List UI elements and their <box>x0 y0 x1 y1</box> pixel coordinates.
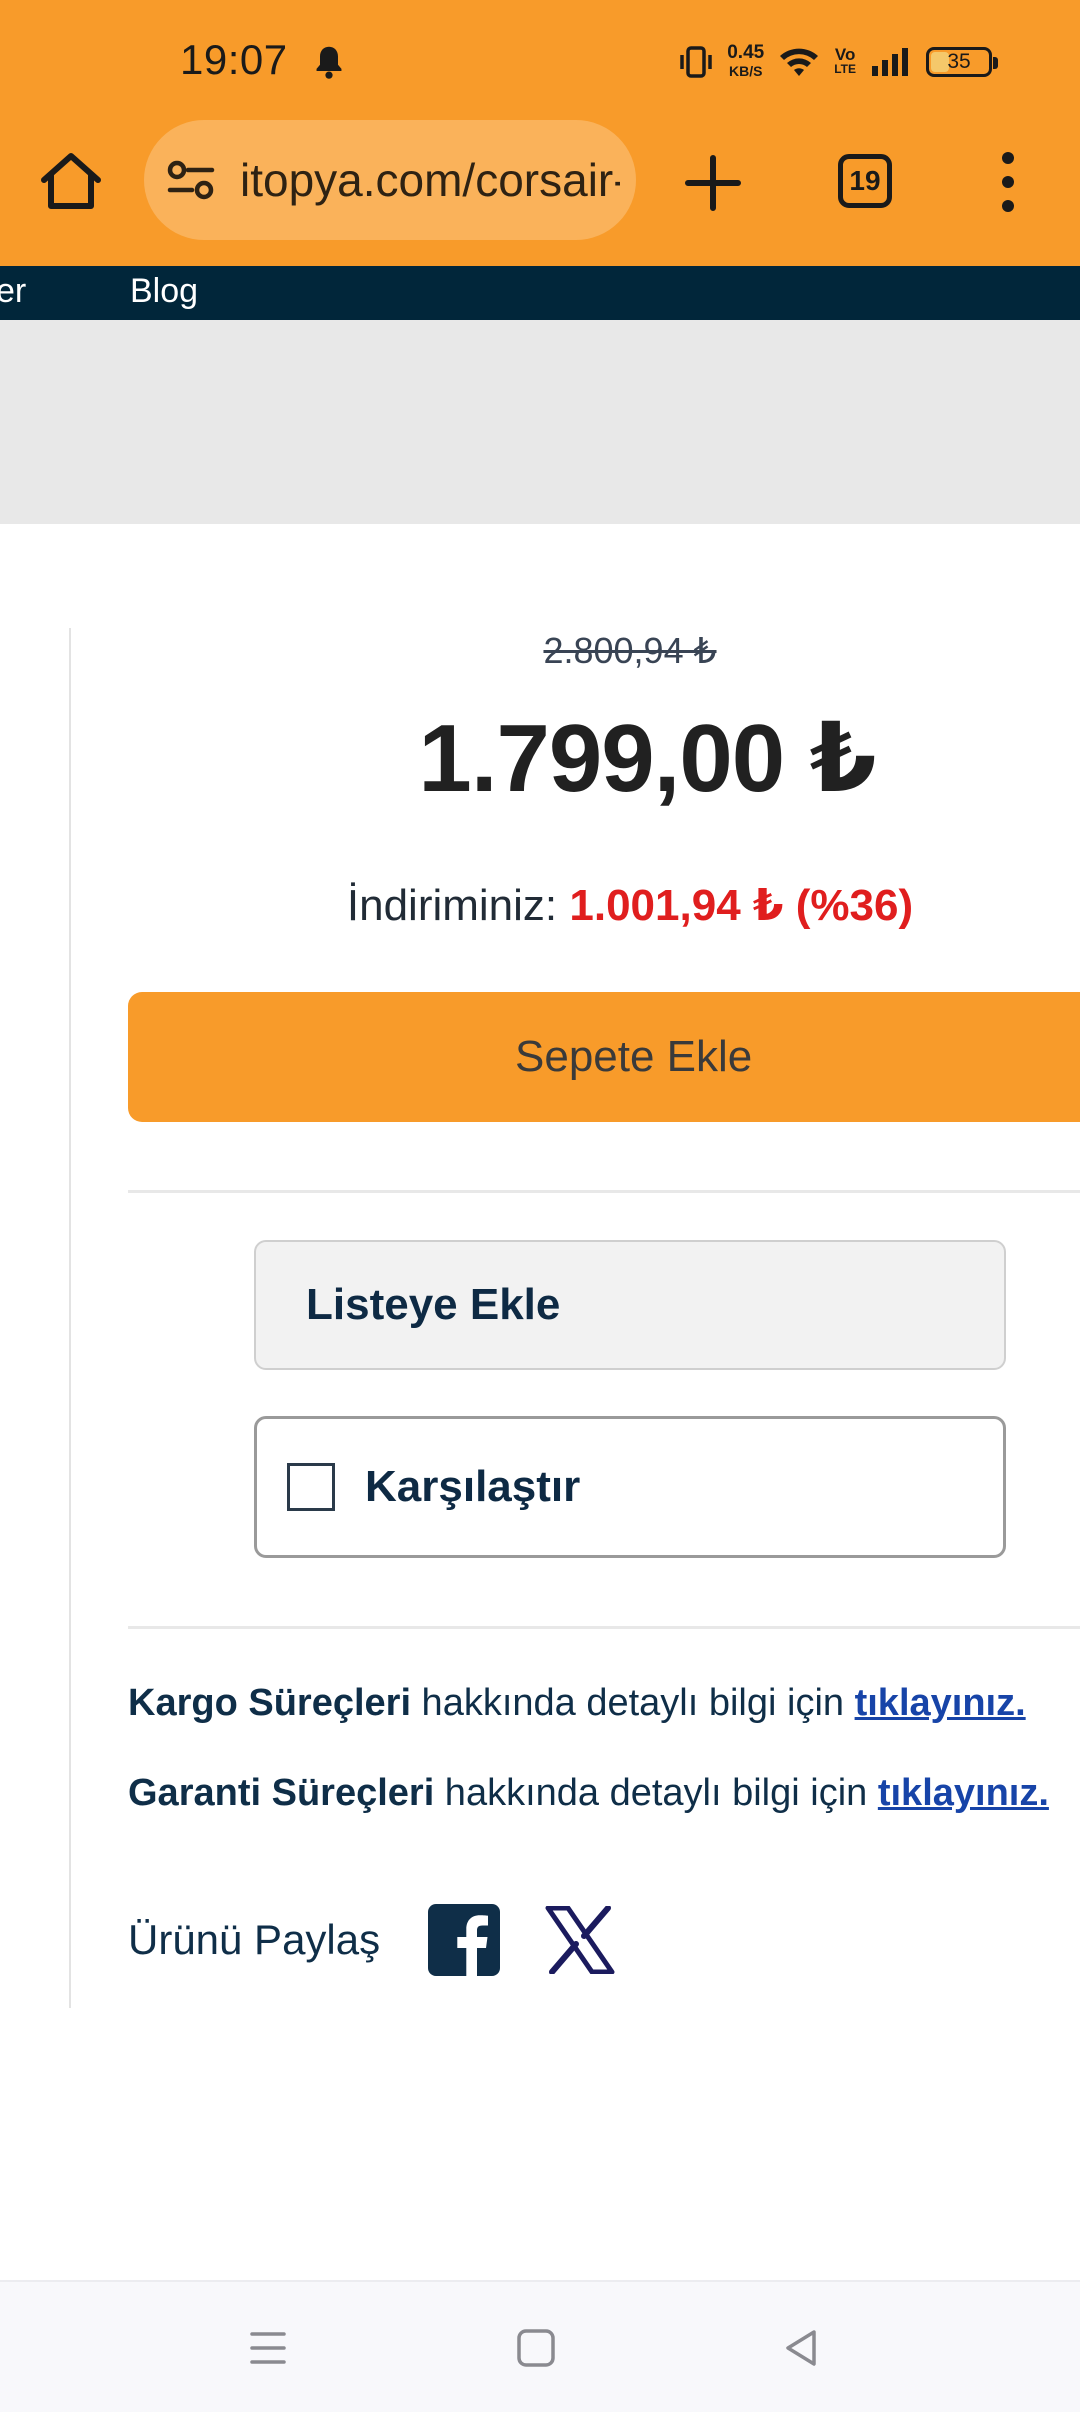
address-bar[interactable]: itopya.com/corsair-k70-core-tkl-siyah-rg… <box>144 120 636 240</box>
banner-placeholder <box>0 320 1080 524</box>
wifi-icon <box>780 48 819 76</box>
compare-checkbox[interactable] <box>287 1463 335 1511</box>
notification-bell-icon <box>316 46 342 79</box>
battery-level: 35 <box>947 50 971 73</box>
status-icons: 0.45 KB/S Vo LTE 35 <box>679 40 998 84</box>
add-to-list-button[interactable]: Listeye Ekle <box>254 1240 1006 1370</box>
discount-label: İndiriminiz: <box>346 881 558 930</box>
volte-indicator: Vo LTE <box>834 45 856 77</box>
volte-bottom: LTE <box>834 62 856 76</box>
network-speed: 0.45 KB/S <box>727 42 765 80</box>
home-nav-icon[interactable] <box>514 2326 558 2370</box>
nav-item-blog[interactable]: Blog <box>130 272 198 311</box>
discount-info: İndiriminiz: 1.001,94 ₺ (%36) <box>0 880 1080 931</box>
network-speed-unit: KB/S <box>729 63 763 79</box>
compare-button[interactable]: Karşılaştır <box>254 1416 1006 1558</box>
warranty-text: hakkında detaylı bilgi için <box>434 1772 878 1814</box>
signal-icon <box>872 48 908 76</box>
current-price: 1.799,00 ₺ <box>418 705 876 812</box>
cargo-info: Kargo Süreçleri hakkında detaylı bilgi i… <box>128 1682 1026 1725</box>
site-nav-bar: er Blog <box>0 266 1080 320</box>
back-nav-icon[interactable] <box>780 2326 824 2370</box>
network-speed-value: 0.45 <box>727 42 765 63</box>
share-label: Ürünü Paylaş <box>128 1916 381 1963</box>
nav-item-partial[interactable]: er <box>0 272 26 311</box>
compare-label: Karşılaştır <box>365 1462 581 1511</box>
warranty-title: Garanti Süreçleri <box>128 1772 435 1814</box>
site-settings-icon[interactable] <box>166 159 216 201</box>
divider <box>128 1626 1080 1629</box>
battery-indicator: 35 <box>926 47 998 77</box>
facebook-icon[interactable] <box>428 1904 500 1976</box>
x-twitter-icon[interactable] <box>544 1906 616 1974</box>
home-icon[interactable] <box>38 150 104 212</box>
new-tab-plus-icon[interactable] <box>682 152 744 214</box>
volte-top: Vo <box>834 45 856 64</box>
discount-value: 1.001,94 ₺ (%36) <box>569 881 914 930</box>
warranty-link[interactable]: tıklayınız. <box>878 1772 1049 1814</box>
warranty-info: Garanti Süreçleri hakkında detaylı bilgi… <box>128 1772 1049 1815</box>
tab-switcher-button[interactable]: 19 <box>838 154 892 208</box>
url-text[interactable]: itopya.com/corsair-k70-core-tkl-siyah-rg… <box>240 153 620 207</box>
divider <box>128 1190 1080 1193</box>
cargo-text: hakkında detaylı bilgi için <box>411 1682 855 1724</box>
cargo-link[interactable]: tıklayınız. <box>855 1682 1026 1724</box>
add-to-list-label: Listeye Ekle <box>306 1280 561 1329</box>
more-options-icon[interactable] <box>996 150 1020 214</box>
recent-apps-icon[interactable] <box>246 2326 290 2370</box>
panel-divider <box>69 628 71 2008</box>
tab-count: 19 <box>849 165 881 196</box>
old-price: 2.800,94 ₺ <box>543 630 717 671</box>
system-navigation-bar <box>0 2280 1080 2412</box>
browser-chrome: 19:07 0.45 KB/S Vo LTE 35 itopya.com/cor… <box>0 0 1080 266</box>
cargo-title: Kargo Süreçleri <box>128 1682 411 1724</box>
add-to-cart-button[interactable]: Sepete Ekle <box>128 992 1080 1122</box>
status-time: 19:07 <box>180 36 288 83</box>
vibrate-icon <box>680 46 712 78</box>
